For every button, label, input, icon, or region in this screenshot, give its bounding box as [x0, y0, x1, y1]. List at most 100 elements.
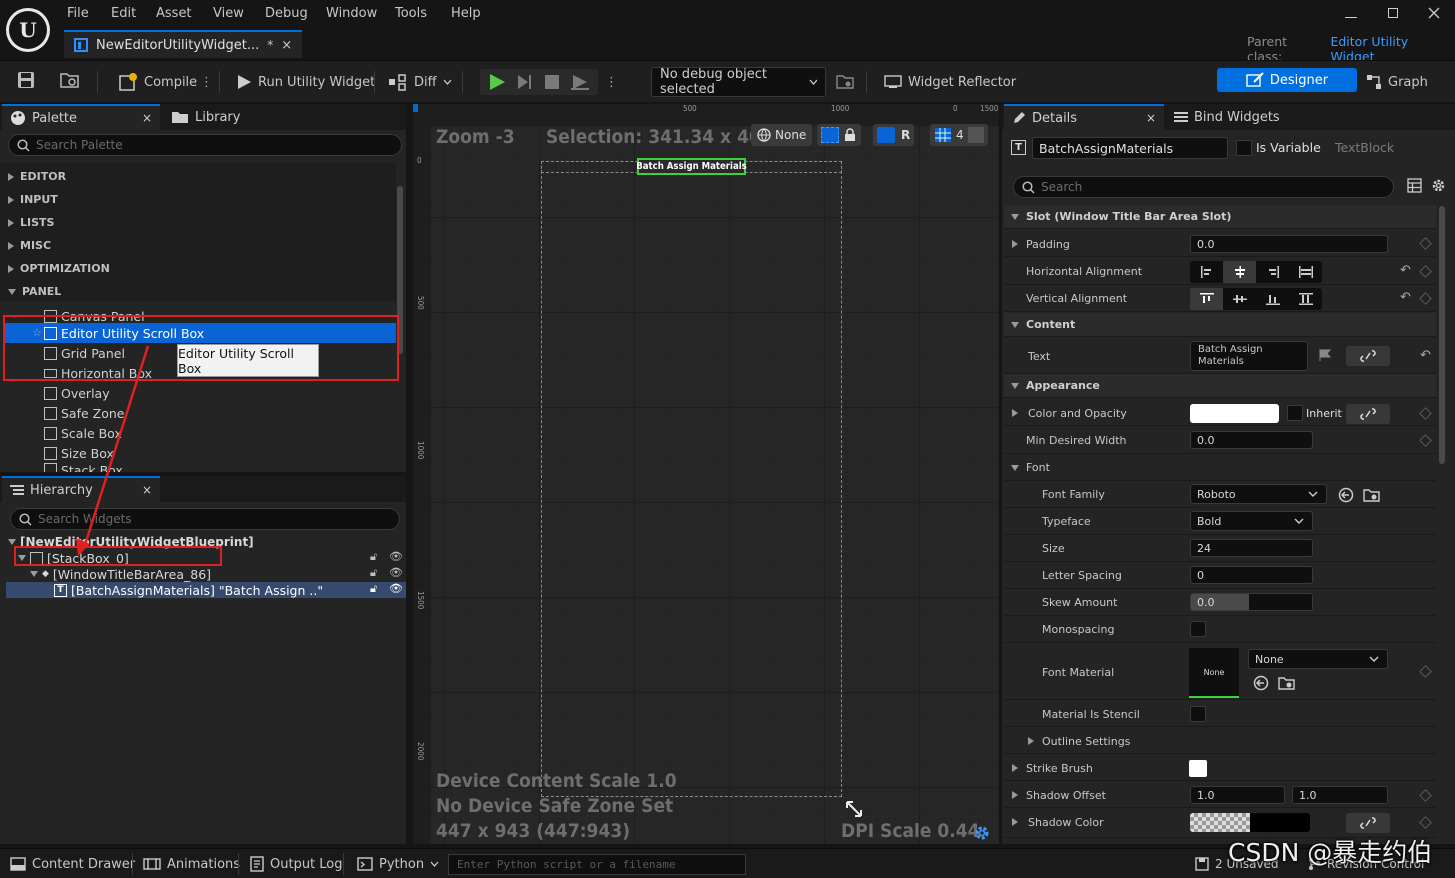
- skew-amount-input[interactable]: 0.0: [1190, 593, 1313, 611]
- font-label: Font: [1026, 461, 1050, 474]
- snap-icon[interactable]: [877, 127, 895, 143]
- localization-preview-label: None: [775, 128, 807, 142]
- close-window-icon[interactable]: [1428, 7, 1440, 19]
- bind-widgets-tab[interactable]: Bind Widgets: [1166, 104, 1288, 130]
- python-input[interactable]: Enter Python script or a filename: [448, 854, 746, 875]
- color-swatch[interactable]: [1190, 404, 1279, 423]
- typeface-select[interactable]: Bold: [1190, 511, 1313, 531]
- marquee-select-icon[interactable]: [821, 127, 839, 143]
- align-left-icon[interactable]: [1190, 261, 1223, 283]
- expand-arrow-icon[interactable]: [1028, 737, 1034, 745]
- debug-object-select[interactable]: No debug object selected: [651, 67, 826, 97]
- section-slot[interactable]: Slot (Window Title Bar Area Slot): [1004, 205, 1436, 229]
- font-material-select[interactable]: None: [1248, 649, 1388, 669]
- reset-to-default-icon[interactable]: ↶: [1400, 291, 1412, 304]
- selected-text-widget[interactable]: Batch Assign Materials: [636, 158, 747, 175]
- bind-color-button[interactable]: [1346, 404, 1390, 424]
- lock-icon[interactable]: [843, 128, 857, 142]
- minimize-icon[interactable]: [1345, 6, 1357, 18]
- maximize-icon[interactable]: [1388, 8, 1398, 18]
- eject-icon[interactable]: [570, 73, 590, 91]
- align-fill-icon[interactable]: [1289, 261, 1322, 283]
- letter-spacing-input[interactable]: 0: [1190, 566, 1313, 584]
- font-family-select[interactable]: Roboto: [1190, 484, 1327, 504]
- play-in-editor-icon[interactable]: [488, 73, 506, 91]
- bind-text-button[interactable]: [1346, 346, 1390, 366]
- menu-help[interactable]: Help: [451, 6, 481, 21]
- shadow-offset-x-input[interactable]: 1.0: [1190, 786, 1285, 804]
- widget-name-input[interactable]: BatchAssignMaterials: [1032, 137, 1228, 159]
- python-console-select[interactable]: Python: [357, 853, 439, 875]
- monospacing-label: Monospacing: [1042, 623, 1115, 636]
- graph-mode-button[interactable]: Graph: [1366, 69, 1428, 95]
- dpi-settings-gear-icon[interactable]: [973, 824, 991, 842]
- collapse-arrow-icon: [1011, 383, 1019, 389]
- expand-arrow-icon[interactable]: [1012, 409, 1018, 417]
- debug-browse-icon[interactable]: [836, 73, 854, 91]
- localization-flag-icon[interactable]: [1318, 348, 1332, 362]
- text-value-input[interactable]: Batch Assign Materials: [1190, 341, 1308, 371]
- details-search-input[interactable]: Search: [1013, 176, 1394, 198]
- grid-snap-value[interactable]: 4: [956, 128, 964, 142]
- settings-gear-icon[interactable]: [1431, 178, 1446, 193]
- padding-input[interactable]: 0.0: [1190, 235, 1388, 253]
- designer-canvas[interactable]: 0 500 1000 1500 0 500 1000 1500 2000 Zoo…: [413, 104, 999, 844]
- reset-label[interactable]: R: [901, 128, 910, 142]
- expand-arrow-icon[interactable]: [1012, 818, 1018, 826]
- animations-button[interactable]: Animations: [143, 853, 240, 875]
- table-view-icon[interactable]: [1407, 178, 1422, 193]
- play-options-icon[interactable]: ⋮: [605, 69, 618, 95]
- content-drawer-button[interactable]: Content Drawer: [10, 853, 135, 875]
- section-content[interactable]: Content: [1004, 313, 1436, 337]
- size-input[interactable]: 24: [1190, 539, 1313, 557]
- reset-to-default-icon[interactable]: ↶: [1400, 264, 1412, 277]
- shadow-offset-y-input[interactable]: 1.0: [1292, 786, 1388, 804]
- localization-preview-button[interactable]: None: [751, 124, 813, 146]
- font-material-thumbnail[interactable]: None: [1189, 648, 1239, 698]
- inherit-checkbox[interactable]: [1287, 405, 1303, 421]
- output-log-button[interactable]: Output Log: [250, 853, 343, 875]
- stop-icon[interactable]: [544, 74, 560, 90]
- ruler-top: [413, 104, 999, 126]
- align-top-icon[interactable]: [1190, 288, 1223, 310]
- text-value-line: Materials: [1198, 356, 1244, 367]
- browse-asset-icon[interactable]: [1363, 487, 1381, 503]
- details-tab[interactable]: Details ×: [1004, 104, 1164, 130]
- strike-brush-swatch[interactable]: [1189, 760, 1207, 777]
- use-selected-asset-icon[interactable]: [1253, 675, 1269, 691]
- link-icon: [1360, 350, 1376, 362]
- content-drawer-icon: [10, 857, 26, 871]
- halign-label: Horizontal Alignment: [1026, 265, 1143, 278]
- align-center-icon[interactable]: [1223, 261, 1256, 283]
- search-icon: [1022, 180, 1035, 194]
- align-right-icon[interactable]: [1256, 261, 1289, 283]
- align-bottom-icon[interactable]: [1256, 288, 1289, 310]
- resize-handle-icon[interactable]: [845, 800, 863, 818]
- browse-asset-icon[interactable]: [1278, 675, 1296, 691]
- bind-shadow-color-button[interactable]: [1346, 813, 1390, 833]
- expand-arrow-icon[interactable]: [1012, 764, 1018, 772]
- designer-mode-button[interactable]: Designer: [1217, 68, 1357, 92]
- stencil-checkbox[interactable]: [1190, 706, 1206, 722]
- widget-reflector-button[interactable]: Widget Reflector: [884, 69, 1016, 95]
- monospacing-checkbox[interactable]: [1190, 621, 1206, 637]
- unsaved-icon: [1195, 857, 1209, 871]
- details-close-icon[interactable]: ×: [1146, 111, 1156, 125]
- align-middle-icon[interactable]: [1223, 288, 1256, 310]
- reset-to-default-icon[interactable]: ↶: [1420, 349, 1432, 362]
- expand-arrow-icon[interactable]: [1012, 240, 1018, 248]
- chevron-down-icon: [443, 79, 452, 85]
- expand-arrow-icon[interactable]: [1012, 791, 1018, 799]
- align-vfill-icon[interactable]: [1289, 288, 1322, 310]
- grid-snap-icon[interactable]: [934, 127, 952, 143]
- shadow-color-swatch[interactable]: [1190, 813, 1310, 832]
- step-icon[interactable]: [516, 73, 534, 91]
- section-appearance[interactable]: Appearance: [1004, 374, 1436, 398]
- snap-options-icon[interactable]: [967, 127, 984, 143]
- use-selected-asset-icon[interactable]: [1338, 487, 1354, 503]
- collapse-arrow-icon[interactable]: [1011, 465, 1019, 471]
- outline-label: Outline Settings: [1042, 735, 1131, 748]
- details-scrollbar[interactable]: [1439, 206, 1445, 464]
- min-width-input[interactable]: 0.0: [1190, 431, 1313, 449]
- is-variable-checkbox[interactable]: [1236, 140, 1252, 156]
